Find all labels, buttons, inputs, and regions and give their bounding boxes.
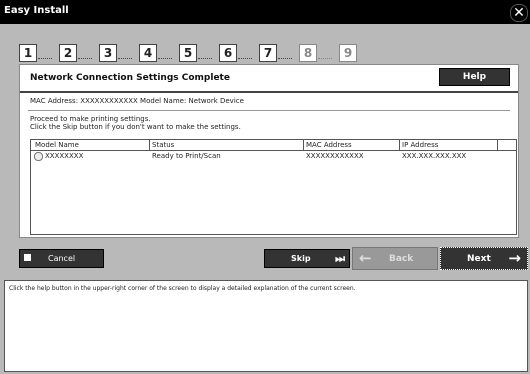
skip-icon: ⏭ — [335, 252, 345, 265]
step-7: 7 — [259, 42, 292, 62]
skip-button[interactable]: Skip ⏭ — [264, 249, 350, 268]
panel-title: Network Connection Settings Complete — [30, 73, 230, 83]
cancel-icon — [24, 254, 31, 261]
next-arrow-icon: → — [508, 249, 521, 267]
row-model: XXXXXXXX — [45, 152, 84, 160]
help-button[interactable]: Help — [439, 68, 510, 86]
step-3: 3 — [99, 42, 132, 62]
next-button[interactable]: Next → — [440, 247, 528, 270]
step-4: 4 — [139, 42, 172, 62]
col-ip-address[interactable]: IP Address — [402, 141, 438, 149]
step-5: 5 — [179, 42, 212, 62]
radio-icon[interactable] — [34, 152, 43, 161]
col-status[interactable]: Status — [152, 141, 174, 149]
row-ip: XXX.XXX.XXX.XXX — [402, 152, 467, 160]
step-2: 2 — [59, 42, 92, 62]
row-status: Ready to Print/Scan — [152, 152, 221, 160]
col-model-name[interactable]: Model Name — [35, 141, 79, 149]
description-box: Click the help button in the upper-right… — [4, 280, 528, 372]
cancel-button[interactable]: Cancel — [19, 249, 104, 268]
close-icon[interactable]: ✕ — [510, 4, 528, 22]
table-row[interactable]: XXXXXXXX Ready to Print/Scan XXXXXXXXXXX… — [31, 152, 516, 162]
step-9: 9 — [339, 42, 357, 62]
row-mac: XXXXXXXXXXXX — [306, 152, 364, 160]
device-info: MAC Address: XXXXXXXXXXXX Model Name: Ne… — [30, 97, 244, 105]
step-6: 6 — [219, 42, 252, 62]
panel-header: Network Connection Settings Complete Hel… — [20, 65, 518, 93]
title-bar: Easy Install ✕ — [0, 0, 530, 24]
divider — [28, 110, 510, 111]
step-8: 8 — [299, 42, 332, 62]
table-header: Model Name Status MAC Address IP Address — [31, 140, 516, 151]
window-title: Easy Install — [4, 5, 69, 16]
back-button[interactable]: ← Back — [352, 247, 438, 270]
description-text: Click the help button in the upper-right… — [9, 285, 356, 292]
step-1: 1 — [19, 42, 52, 62]
device-table: Model Name Status MAC Address IP Address… — [30, 139, 517, 235]
col-mac-address[interactable]: MAC Address — [306, 141, 352, 149]
instruction-text: Proceed to make printing settings. Click… — [30, 115, 241, 131]
settings-panel: Network Connection Settings Complete Hel… — [19, 64, 519, 238]
back-arrow-icon: ← — [359, 249, 372, 267]
